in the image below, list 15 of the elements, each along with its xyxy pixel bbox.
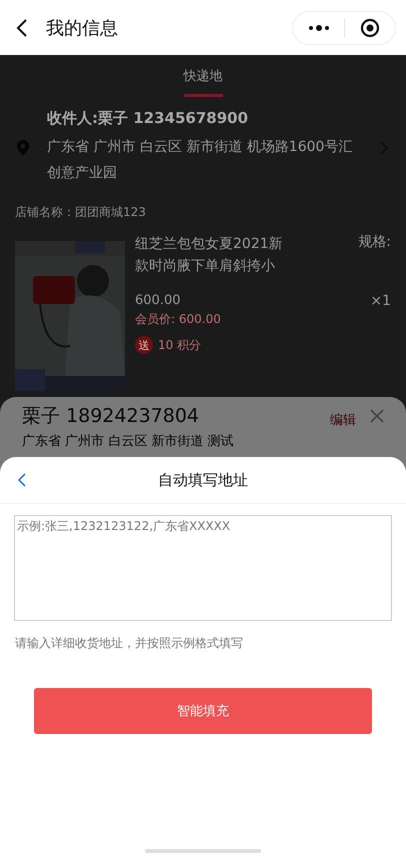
page-title: 我的信息 bbox=[46, 16, 119, 40]
sheet-title: 自动填写地址 bbox=[158, 470, 248, 490]
spec-label: 规格: bbox=[358, 233, 391, 252]
product-price: 600.00 bbox=[135, 293, 180, 309]
contact-name: 栗子 18924237804 bbox=[22, 404, 200, 429]
receiver-name: 收件人:栗子 12345678900 bbox=[47, 109, 250, 128]
gift-badge: 送 bbox=[135, 336, 153, 354]
product-title: 纽芝兰包包女夏2021新款时尚腋下单肩斜挎小 bbox=[135, 235, 284, 276]
receiver-address: 广东省 广州市 白云区 新市街道 机场路1600号汇创意产业园 bbox=[47, 138, 354, 183]
quantity: ×1 bbox=[370, 293, 391, 309]
points-text: 10 积分 bbox=[158, 336, 202, 354]
hint-text: 请输入详细收货地址，并按照示例格式填写 bbox=[15, 635, 243, 652]
contact-address: 广东省 广州市 白云区 新市街道 测试 bbox=[22, 433, 235, 450]
member-price: 会员价: 600.00 bbox=[135, 311, 222, 328]
store-name: 店铺名称：团团商城123 bbox=[14, 204, 147, 221]
